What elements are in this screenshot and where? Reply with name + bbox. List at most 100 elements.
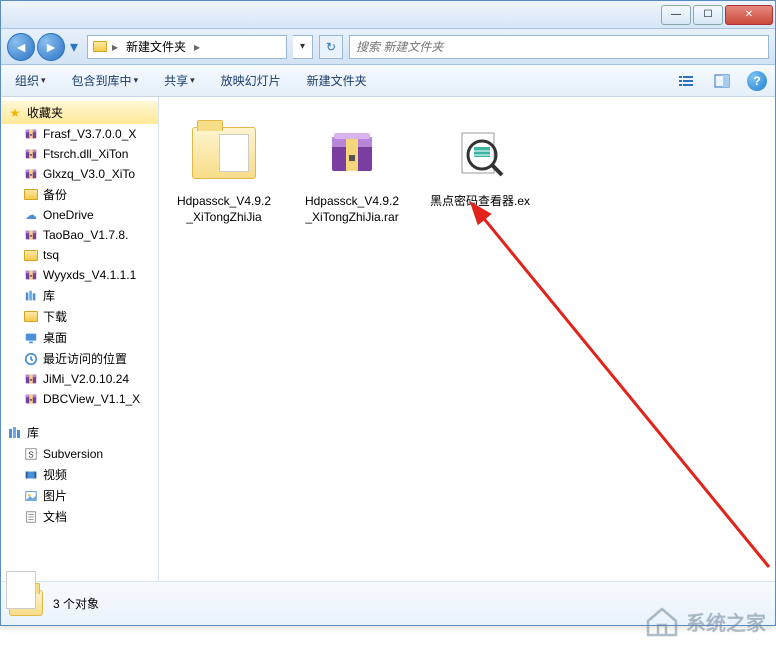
lib-icon — [23, 288, 39, 304]
search-box[interactable] — [349, 35, 769, 59]
file-label: Hdpassck_V4.9.2_XiTongZhiJia — [174, 194, 274, 225]
organize-label: 组织 — [15, 72, 39, 89]
sidebar-item[interactable]: tsq — [1, 245, 158, 265]
folder-icon — [189, 118, 259, 188]
newfolder-button[interactable]: 新建文件夹 — [301, 70, 373, 91]
annotation-arrow — [459, 197, 775, 577]
breadcrumb-segment[interactable]: 新建文件夹 — [122, 38, 190, 55]
library-icon — [7, 425, 23, 441]
sidebar-item-label: OneDrive — [43, 208, 94, 222]
star-icon: ★ — [7, 105, 23, 121]
include-label: 包含到库中 — [72, 72, 132, 89]
status-count: 3 个对象 — [53, 595, 99, 612]
rar-icon — [317, 118, 387, 188]
share-label: 共享 — [164, 72, 188, 89]
video-icon — [23, 467, 39, 483]
sidebar-item-label: TaoBao_V1.7.8. — [43, 228, 128, 242]
favorites-header[interactable]: ★ 收藏夹 — [1, 101, 158, 124]
help-button[interactable]: ? — [747, 71, 767, 91]
navbar: ◄ ► ▾ ▸ 新建文件夹 ▸ ▾ ↻ — [1, 29, 775, 65]
file-content-area[interactable]: Hdpassck_V4.9.2_XiTongZhiJia Hdpassck_V4.… — [159, 97, 775, 581]
spacer — [1, 409, 158, 421]
file-item[interactable]: Hdpassck_V4.9.2_XiTongZhiJia — [169, 113, 279, 230]
status-folder-icon — [9, 590, 43, 618]
sidebar-item[interactable]: 最近访问的位置 — [1, 348, 158, 369]
back-button[interactable]: ◄ — [7, 33, 35, 61]
favorites-list: Frasf_V3.7.0.0_X Ftsrch.dll_XiTon Glxzq_V3… — [1, 124, 158, 409]
folder-icon — [23, 309, 39, 325]
files-container: Hdpassck_V4.9.2_XiTongZhiJia Hdpassck_V4.… — [169, 113, 535, 230]
file-label: 黑点密码查看器.exe — [430, 194, 530, 225]
file-item[interactable]: Hdpassck_V4.9.2_XiTongZhiJia.rar — [297, 113, 407, 230]
sidebar-item-label: Ftsrch.dll_XiTon — [43, 147, 128, 161]
sidebar-item[interactable]: SSubversion — [1, 444, 158, 464]
sidebar-item-label: 下载 — [43, 308, 67, 325]
maximize-button[interactable]: ☐ — [693, 5, 723, 25]
folder-icon — [23, 247, 39, 263]
nav-arrows: ◄ ► ▾ — [7, 33, 81, 61]
chevron-down-icon: ▾ — [41, 75, 46, 86]
sidebar-item[interactable]: 下载 — [1, 306, 158, 327]
sidebar[interactable]: ★ 收藏夹 Frasf_V3.7.0.0_X Ftsrch.dll_XiTon Gl… — [1, 97, 159, 581]
rar-icon — [23, 126, 39, 142]
share-menu[interactable]: 共享▾ — [158, 70, 201, 91]
refresh-button[interactable]: ↻ — [319, 35, 343, 59]
exe-icon — [445, 118, 515, 188]
body: ★ 收藏夹 Frasf_V3.7.0.0_X Ftsrch.dll_XiTon Gl… — [1, 97, 775, 581]
minimize-button[interactable]: — — [661, 5, 691, 25]
sidebar-item-label: JiMi_V2.0.10.24 — [43, 372, 129, 386]
newfolder-label: 新建文件夹 — [307, 72, 367, 89]
sidebar-item[interactable]: 图片 — [1, 485, 158, 506]
desktop-icon — [23, 330, 39, 346]
chevron-down-icon: ▾ — [190, 75, 195, 86]
sidebar-item-label: 文档 — [43, 508, 67, 525]
sidebar-item[interactable]: DBCView_V1.1_X — [1, 389, 158, 409]
sidebar-item-label: Frasf_V3.7.0.0_X — [43, 127, 136, 141]
sidebar-item[interactable]: 库 — [1, 285, 158, 306]
statusbar: 3 个对象 — [1, 581, 775, 625]
svg-text:S: S — [28, 451, 33, 460]
sidebar-item[interactable]: 视频 — [1, 464, 158, 485]
preview-pane-button[interactable] — [711, 70, 733, 92]
forward-button[interactable]: ► — [37, 33, 65, 61]
breadcrumb-sep: ▸ — [112, 40, 118, 54]
view-menu[interactable] — [675, 70, 697, 92]
sidebar-item[interactable]: Ftsrch.dll_XiTon — [1, 144, 158, 164]
titlebar: — ☐ ✕ — [1, 1, 775, 29]
folder-icon — [92, 39, 108, 55]
rar-icon — [23, 371, 39, 387]
file-label: Hdpassck_V4.9.2_XiTongZhiJia.rar — [302, 194, 402, 225]
slideshow-button[interactable]: 放映幻灯片 — [215, 70, 287, 91]
organize-menu[interactable]: 组织▾ — [9, 70, 52, 91]
breadcrumb[interactable]: ▸ 新建文件夹 ▸ — [87, 35, 287, 59]
rar-icon — [23, 267, 39, 283]
sidebar-item[interactable]: 备份 — [1, 184, 158, 205]
sidebar-item[interactable]: TaoBao_V1.7.8. — [1, 225, 158, 245]
pane-icon — [714, 73, 730, 89]
sidebar-item-label: 图片 — [43, 487, 67, 504]
sidebar-item[interactable]: Glxzq_V3.0_XiTo — [1, 164, 158, 184]
sidebar-item[interactable]: 文档 — [1, 506, 158, 527]
svn-icon: S — [23, 446, 39, 462]
sidebar-item[interactable]: Wyyxds_V4.1.1.1 — [1, 265, 158, 285]
file-item[interactable]: 黑点密码查看器.exe — [425, 113, 535, 230]
rar-icon — [23, 227, 39, 243]
image-icon — [23, 488, 39, 504]
close-button[interactable]: ✕ — [725, 5, 773, 25]
breadcrumb-sep: ▸ — [194, 40, 200, 54]
sidebar-item[interactable]: Frasf_V3.7.0.0_X — [1, 124, 158, 144]
sidebar-item[interactable]: ☁OneDrive — [1, 205, 158, 225]
slideshow-label: 放映幻灯片 — [221, 72, 281, 89]
search-input[interactable] — [356, 40, 762, 54]
sidebar-item[interactable]: JiMi_V2.0.10.24 — [1, 369, 158, 389]
sidebar-item-label: 库 — [43, 287, 55, 304]
doc-icon — [23, 509, 39, 525]
include-menu[interactable]: 包含到库中▾ — [66, 70, 145, 91]
libraries-list: SSubversion视频图片文档 — [1, 444, 158, 527]
rar-icon — [23, 146, 39, 162]
toolbar: 组织▾ 包含到库中▾ 共享▾ 放映幻灯片 新建文件夹 ? — [1, 65, 775, 97]
history-dropdown[interactable]: ▾ — [67, 37, 81, 57]
sidebar-item[interactable]: 桌面 — [1, 327, 158, 348]
breadcrumb-dropdown[interactable]: ▾ — [293, 35, 313, 59]
libraries-header[interactable]: 库 — [1, 421, 158, 444]
